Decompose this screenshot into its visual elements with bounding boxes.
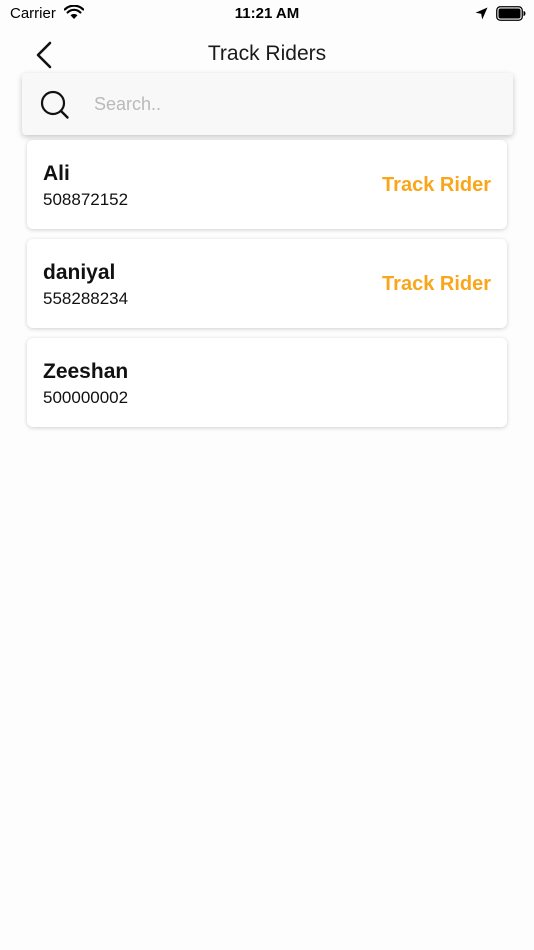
- rider-phone: 508872152: [43, 190, 129, 209]
- rider-list: Ali 508872152 Track Rider daniyal 558288…: [27, 140, 507, 437]
- status-bar: Carrier 11:21 AM: [0, 0, 534, 28]
- status-time: 11:21 AM: [234, 5, 300, 22]
- rider-name: Zeeshan: [43, 360, 129, 383]
- nav-bar: Track Riders: [0, 34, 534, 76]
- rider-name: Ali: [43, 162, 70, 185]
- search-icon: [40, 90, 69, 119]
- search-box[interactable]: [22, 73, 513, 135]
- track-rider-button[interactable]: Track Rider: [382, 273, 491, 296]
- rider-card[interactable]: daniyal 558288234 Track Rider: [27, 239, 507, 328]
- rider-phone: 558288234: [43, 289, 129, 308]
- rider-phone: 500000002: [43, 388, 129, 407]
- location-arrow-icon: [475, 7, 488, 20]
- track-rider-button[interactable]: Track Rider: [382, 174, 491, 197]
- search-input[interactable]: [94, 89, 494, 119]
- battery-icon: [496, 6, 526, 21]
- rider-card[interactable]: Ali 508872152 Track Rider: [27, 140, 507, 229]
- page-title: Track Riders: [207, 42, 327, 65]
- rider-name: daniyal: [43, 261, 116, 284]
- rider-card[interactable]: Zeeshan 500000002: [27, 338, 507, 427]
